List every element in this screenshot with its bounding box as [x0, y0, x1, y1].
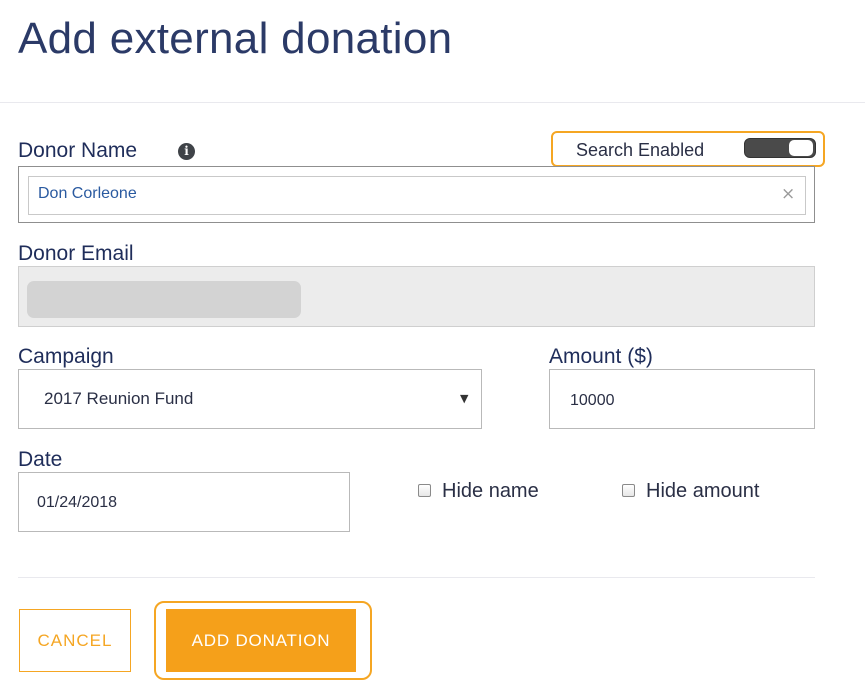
hide-name-checkbox[interactable]: [418, 484, 431, 497]
cancel-button[interactable]: CANCEL: [19, 609, 131, 672]
donor-name-label: Donor Name: [18, 139, 138, 162]
hide-amount-label[interactable]: Hide amount: [646, 480, 759, 503]
search-toggle-label: Search Enabled: [576, 140, 705, 160]
donor-name-value: Don Corleone: [38, 185, 137, 202]
amount-value: 10000: [570, 392, 615, 409]
amount-label: Amount ($): [549, 345, 653, 368]
date-label: Date: [18, 448, 63, 471]
donor-name-selection[interactable]: [28, 176, 806, 215]
campaign-selected-value: 2017 Reunion Fund: [44, 389, 194, 408]
footer-divider: [18, 577, 815, 578]
hide-amount-checkbox[interactable]: [622, 484, 635, 497]
donor-email-label: Donor Email: [18, 242, 134, 265]
redacted-email-value: [27, 281, 301, 318]
page-title: Add external donation: [18, 14, 453, 63]
date-value: 01/24/2018: [37, 494, 118, 511]
header-divider: [0, 102, 865, 103]
info-icon[interactable]: i: [178, 143, 195, 160]
hide-name-label[interactable]: Hide name: [442, 480, 539, 503]
add-donation-button[interactable]: ADD DONATION: [166, 609, 356, 672]
search-toggle[interactable]: [744, 138, 816, 158]
close-icon[interactable]: ×: [781, 184, 795, 204]
toggle-knob: [789, 140, 813, 156]
chevron-down-icon[interactable]: ▼: [460, 392, 468, 405]
campaign-label: Campaign: [18, 345, 114, 368]
